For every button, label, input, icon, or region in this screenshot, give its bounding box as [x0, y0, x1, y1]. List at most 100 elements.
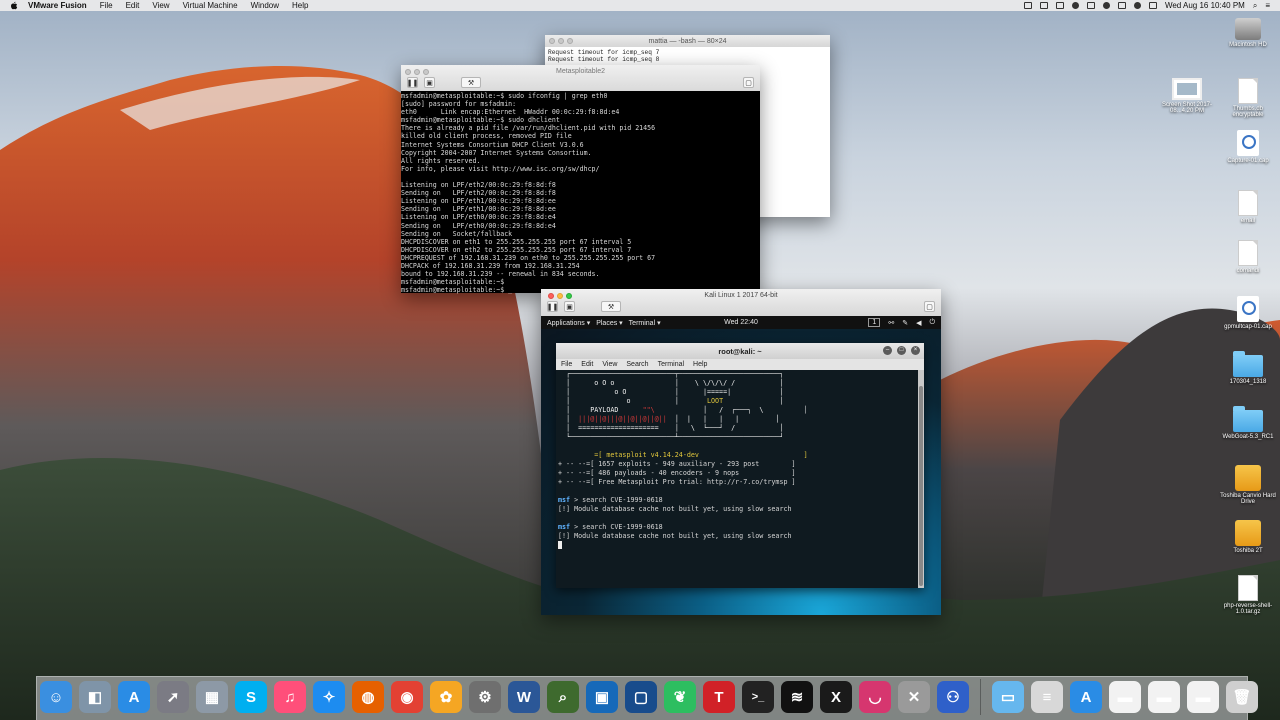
- trash-icon[interactable]: 🗑: [1226, 681, 1258, 713]
- bluetooth-icon[interactable]: [1102, 2, 1110, 9]
- status-icon-sync[interactable]: [1071, 2, 1079, 9]
- status-icon-display[interactable]: [1023, 2, 1032, 9]
- disk-utility-icon[interactable]: ⚙: [469, 681, 501, 713]
- fullscreen-icon[interactable]: ▢: [743, 77, 754, 88]
- word-icon[interactable]: W: [508, 681, 540, 713]
- desktop-icon-folder[interactable]: 170304_1318: [1220, 351, 1276, 385]
- status-icon-vmware[interactable]: [1039, 2, 1048, 9]
- doc-icon: [1238, 190, 1258, 216]
- menu-view[interactable]: View: [152, 1, 169, 10]
- desktop-icon-doc[interactable]: Thumbs.db encryptable: [1220, 78, 1276, 118]
- snapshot-icon[interactable]: ▣: [564, 301, 575, 312]
- itunes-icon[interactable]: ♫: [274, 681, 306, 713]
- menu-edit[interactable]: Edit: [126, 1, 140, 10]
- screen-thumb-2-icon[interactable]: ▬: [1148, 681, 1180, 713]
- metasploitable-vm-window[interactable]: Metasploitable2 ❚❚ ▣ ⚒ ▢ msfadmin@metasp…: [401, 65, 760, 294]
- bash-titlebar[interactable]: mattia — -bash — 80×24: [545, 35, 830, 47]
- console-line: Copyright 2004-2007 Internet Systems Con…: [401, 148, 592, 157]
- app-store-icon[interactable]: A: [118, 681, 150, 713]
- terminal-menu-terminal[interactable]: Terminal: [658, 361, 684, 368]
- image-capture-icon[interactable]: ▦: [196, 681, 228, 713]
- settings-wrench-icon[interactable]: ⚒: [461, 77, 481, 88]
- desktop-icon-doc[interactable]: comandi: [1220, 240, 1276, 274]
- photos-icon[interactable]: ✿: [430, 681, 462, 713]
- workspace-indicator[interactable]: 1: [868, 318, 881, 327]
- t-app-icon[interactable]: T: [703, 681, 735, 713]
- spotlight-icon[interactable]: ⌕: [1253, 1, 1257, 11]
- evernote-icon[interactable]: ❦: [664, 681, 696, 713]
- zoom-button[interactable]: [567, 38, 573, 44]
- minimize-icon[interactable]: –: [883, 346, 892, 355]
- firefox-icon[interactable]: ◍: [352, 681, 384, 713]
- volume-icon[interactable]: ◀: [916, 319, 921, 327]
- desktop-icon-drive[interactable]: Toshiba Canvio Hard Drive: [1220, 465, 1276, 505]
- settings-wrench-icon[interactable]: ⚒: [601, 301, 621, 312]
- preview-icon[interactable]: ◧: [79, 681, 111, 713]
- snapshot-icon[interactable]: ▣: [424, 77, 435, 88]
- virtualbox-icon[interactable]: ▢: [625, 681, 657, 713]
- menu-help[interactable]: Help: [292, 1, 308, 10]
- chrome-icon[interactable]: ◉: [391, 681, 423, 713]
- menu-file[interactable]: File: [100, 1, 113, 10]
- terminal-scrollbar[interactable]: [918, 370, 924, 588]
- power-icon[interactable]: ⏻: [929, 319, 935, 327]
- kali-terminal-titlebar[interactable]: root@kali: ~ – □ ×: [556, 343, 924, 359]
- metasploitable-console[interactable]: msfadmin@metasploitable:~$ sudo ifconfig…: [401, 91, 760, 294]
- volume-icon[interactable]: [1117, 2, 1126, 9]
- network-icon[interactable]: ⚯: [888, 319, 894, 327]
- pen-icon[interactable]: ✎: [902, 319, 908, 327]
- grapher-icon[interactable]: ✕: [898, 681, 930, 713]
- msfconsole-output[interactable]: ┌──────────────────────────┬────────────…: [556, 370, 918, 588]
- x11-icon[interactable]: X: [820, 681, 852, 713]
- status-icon-airplay[interactable]: [1086, 2, 1095, 9]
- skype-icon[interactable]: S: [235, 681, 267, 713]
- maximize-icon[interactable]: □: [897, 346, 906, 355]
- battery-icon[interactable]: [1148, 2, 1157, 9]
- metasploitable-titlebar[interactable]: Metasploitable2 ❚❚ ▣ ⚒ ▢: [401, 65, 760, 91]
- menu-virtual-machine[interactable]: Virtual Machine: [183, 1, 238, 10]
- kali-terminal-window[interactable]: root@kali: ~ – □ × File Edit View Search…: [556, 343, 924, 588]
- remote-desktop-icon[interactable]: ⚇: [937, 681, 969, 713]
- finder-icon[interactable]: ☺: [40, 681, 72, 713]
- desktop-icon-cap[interactable]: gpmultcap-01.cap: [1220, 296, 1276, 330]
- wireshark-magnifier-icon[interactable]: ⌕: [547, 681, 579, 713]
- kali-vm-window[interactable]: Kali Linux 1 2017 64-bit ❚❚ ▣ ⚒ ▢ Applic…: [541, 289, 941, 615]
- terminal-menu-file[interactable]: File: [561, 361, 572, 368]
- pause-icon[interactable]: ❚❚: [407, 77, 418, 88]
- notification-center-icon[interactable]: ≡: [1265, 1, 1270, 10]
- apple-menu-icon[interactable]: [10, 1, 18, 10]
- pause-icon[interactable]: ❚❚: [547, 301, 558, 312]
- applications-folder-icon[interactable]: ▭: [992, 681, 1024, 713]
- desktop-icon-cap[interactable]: Capture-01.cap: [1220, 130, 1276, 164]
- activity-monitor-icon[interactable]: ≋: [781, 681, 813, 713]
- desktop-icon-doc[interactable]: email: [1220, 190, 1276, 224]
- desktop-icon-doc[interactable]: php-reverse-shell-1.0.tar.gz: [1220, 575, 1276, 615]
- terminal-icon[interactable]: >_: [742, 681, 774, 713]
- menu-window[interactable]: Window: [251, 1, 279, 10]
- close-icon[interactable]: ×: [911, 346, 920, 355]
- screen-thumb-icon[interactable]: ▬: [1109, 681, 1141, 713]
- kali-titlebar[interactable]: Kali Linux 1 2017 64-bit ❚❚ ▣ ⚒ ▢: [541, 289, 941, 316]
- terminal-menu-help[interactable]: Help: [693, 361, 707, 368]
- terminal-menu-search[interactable]: Search: [626, 361, 648, 368]
- downloads-app-store-icon[interactable]: A: [1070, 681, 1102, 713]
- desktop-icon-shot[interactable]: Screen Shot 2017-08...4.20 PM: [1159, 78, 1215, 114]
- status-icon-dropbox[interactable]: [1055, 2, 1064, 9]
- desktop-icon-folder[interactable]: WebGoat-5.3_RC1: [1220, 406, 1276, 440]
- terminal-menu-view[interactable]: View: [602, 361, 617, 368]
- documents-icon[interactable]: ≡: [1031, 681, 1063, 713]
- terminal-menu-edit[interactable]: Edit: [581, 361, 593, 368]
- desktop-icon-hdd[interactable]: Macintosh HD: [1220, 18, 1276, 48]
- app-menu[interactable]: VMware Fusion: [28, 1, 87, 10]
- vmware-icon[interactable]: ▣: [586, 681, 618, 713]
- desktop-icon-drive[interactable]: Toshiba 2T: [1220, 520, 1276, 554]
- wifi-icon[interactable]: [1133, 2, 1141, 9]
- launchpad-icon[interactable]: ➚: [157, 681, 189, 713]
- close-button[interactable]: [549, 38, 555, 44]
- safari-icon[interactable]: ✧: [313, 681, 345, 713]
- minimize-button[interactable]: [558, 38, 564, 44]
- menubar-clock[interactable]: Wed Aug 16 10:40 PM: [1165, 1, 1245, 10]
- screen-thumb-3-icon[interactable]: ▬: [1187, 681, 1219, 713]
- lips-app-icon[interactable]: ◡: [859, 681, 891, 713]
- fullscreen-icon[interactable]: ▢: [924, 301, 935, 312]
